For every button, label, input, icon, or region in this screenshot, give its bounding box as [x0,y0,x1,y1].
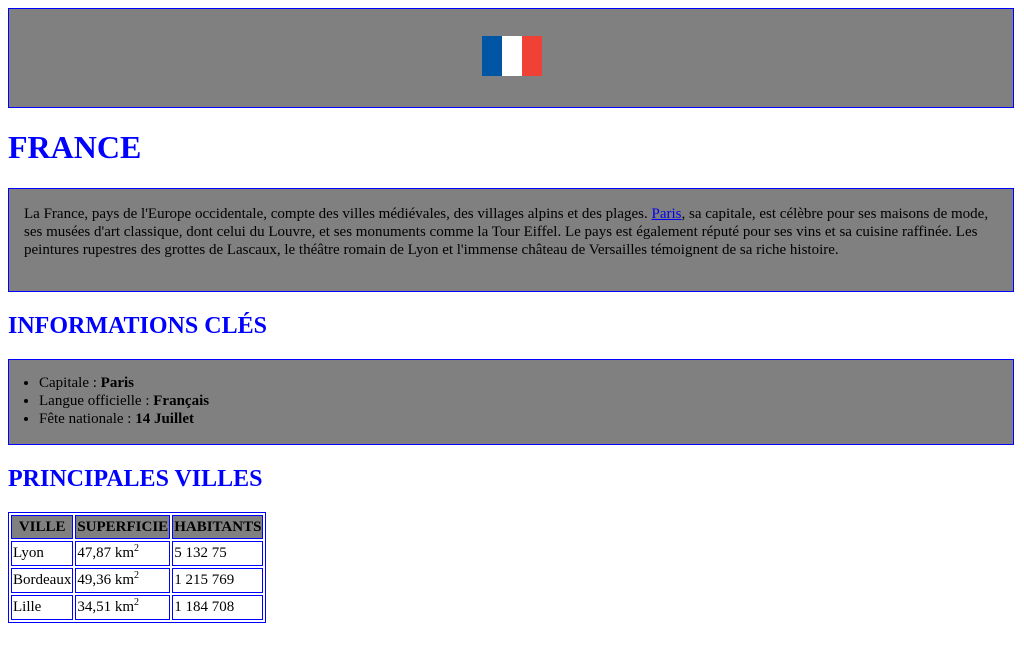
flag-white-stripe [502,36,522,76]
list-item: Capitale : Paris [39,374,209,392]
city-name-cell: Bordeaux [11,568,74,593]
area-unit-exponent: 2 [134,597,139,608]
table-row: Bordeaux 49,36 km2 1 215 769 [11,568,264,593]
key-info-box: Capitale : Paris Langue officielle : Fra… [8,359,1014,445]
table-header-row: VILLE SUPERFICIE HABITANTS [11,515,264,539]
description-before-link: La France, pays de l'Europe occidentale,… [24,206,652,222]
city-area-cell: 47,87 km2 [75,541,171,566]
city-area-cell: 34,51 km2 [75,595,171,620]
area-unit: km [114,545,134,561]
column-header-superficie: SUPERFICIE [75,515,171,539]
key-info-heading: INFORMATIONS CLÉS [8,313,267,339]
area-unit-exponent: 2 [134,570,139,581]
page-title: FRANCE [8,129,142,165]
city-name-cell: Lille [11,595,74,620]
france-flag-image [482,36,542,76]
description-box: La France, pays de l'Europe occidentale,… [8,188,1014,292]
info-label: Langue officielle : [39,393,154,409]
info-label: Capitale : [39,375,101,391]
area-unit-exponent: 2 [134,543,139,554]
info-value: Paris [100,375,134,391]
area-value: 49,36 [77,572,112,588]
description-text: La France, pays de l'Europe occidentale,… [24,205,1002,259]
main-cities-heading: PRINCIPALES VILLES [8,466,263,492]
city-population-cell: 1 215 769 [172,568,264,593]
key-info-list: Capitale : Paris Langue officielle : Fra… [9,374,209,428]
column-header-habitants: HABITANTS [172,515,264,539]
city-population-cell: 1 184 708 [172,595,264,620]
list-item: Langue officielle : Français [39,392,209,410]
list-item: Fête nationale : 14 Juillet [39,410,209,428]
area-unit: km [114,572,134,588]
flag-blue-stripe [482,36,502,76]
area-value: 34,51 [77,599,112,615]
info-value: Français [153,393,210,409]
table-row: Lyon 47,87 km2 5 132 75 [11,541,264,566]
area-unit: km [114,599,134,615]
flag-red-stripe [522,36,542,76]
column-header-ville: VILLE [11,515,74,539]
flag-banner [8,8,1014,108]
city-name-cell: Lyon [11,541,74,566]
city-area-cell: 49,36 km2 [75,568,171,593]
area-value: 47,87 [77,545,112,561]
info-label: Fête nationale : [39,411,136,427]
paris-link[interactable]: Paris [652,206,682,222]
cities-table: VILLE SUPERFICIE HABITANTS Lyon 47,87 km… [8,512,267,623]
city-population-cell: 5 132 75 [172,541,264,566]
table-row: Lille 34,51 km2 1 184 708 [11,595,264,620]
info-value: 14 Juillet [135,411,194,427]
